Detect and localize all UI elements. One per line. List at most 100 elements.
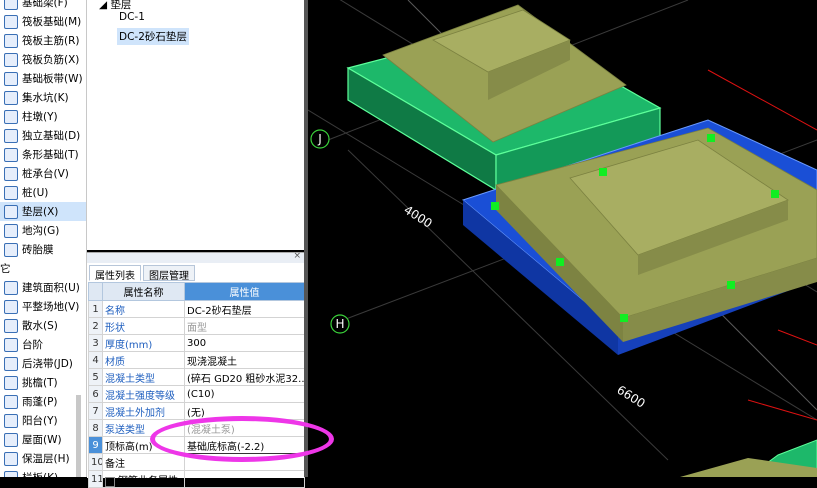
nav-item-label: 保温层(H)	[22, 453, 70, 465]
nav-item-14[interactable]: 它	[0, 259, 86, 278]
beam-icon	[4, 0, 18, 10]
grip-point[interactable]	[599, 168, 607, 176]
grip-point[interactable]	[771, 190, 779, 198]
property-name: 厚度(mm)	[102, 334, 185, 352]
red-axis	[747, 399, 817, 421]
nav-item-19[interactable]: 后浇带(JD)	[0, 354, 86, 373]
nav-item-label: 独立基础(D)	[22, 130, 81, 142]
isolated-footing-icon	[4, 128, 18, 143]
nav-item-16[interactable]: 平整场地(V)	[0, 297, 86, 316]
property-value[interactable]: DC-2砂石垫层	[184, 300, 305, 318]
nav-item-10[interactable]: 桩(U)	[0, 183, 86, 202]
nav-item-label: 砖胎膜	[22, 244, 54, 256]
tab-layers[interactable]: 图层管理	[143, 265, 195, 282]
nav-item-4[interactable]: 基础板带(W)	[0, 69, 86, 88]
expand-icon[interactable]: +	[105, 476, 115, 487]
property-name: 形状	[102, 317, 185, 335]
component-tree: ◢ 垫层 DC-1 DC-2砂石垫层	[87, 0, 308, 250]
nav-item-13[interactable]: 砖胎膜	[0, 240, 86, 259]
nav-item-label: 条形基础(T)	[22, 149, 79, 161]
strip-footing-icon	[4, 147, 18, 162]
row-number: 9	[88, 436, 103, 454]
axis-label-j: J	[317, 132, 322, 146]
nav-item-label: 基础梁(F)	[22, 0, 68, 9]
row-number: 1	[88, 300, 103, 318]
row-number: 10	[88, 453, 103, 471]
property-value[interactable]: 300	[184, 334, 305, 352]
grip-point[interactable]	[727, 281, 735, 289]
property-value[interactable]: 现浇混凝土	[184, 351, 305, 369]
nav-item-23[interactable]: 屋面(W)	[0, 430, 86, 449]
close-icon[interactable]: ×	[293, 251, 301, 261]
nav-item-24[interactable]: 保温层(H)	[0, 449, 86, 468]
nav-item-2[interactable]: 筏板主筋(R)	[0, 31, 86, 50]
nav-item-label: 平整场地(V)	[22, 301, 80, 313]
nav-item-5[interactable]: 集水坑(K)	[0, 88, 86, 107]
nav-item-label: 地沟(G)	[22, 225, 60, 237]
steps-icon	[4, 337, 18, 352]
nav-item-18[interactable]: 台阶	[0, 335, 86, 354]
header-name: 属性名称	[102, 282, 185, 301]
nav-item-label: 桩承台(V)	[22, 168, 69, 180]
row-number: 2	[88, 317, 103, 335]
nav-item-label: 建筑面积(U)	[22, 282, 80, 294]
nav-item-12[interactable]: 地沟(G)	[0, 221, 86, 240]
property-row[interactable]: 3 厚度(mm) 300	[88, 334, 305, 352]
tree-item-dc1[interactable]: DC-1	[117, 10, 147, 24]
nav-item-label: 筏板主筋(R)	[22, 35, 80, 47]
grip-point[interactable]	[707, 134, 715, 142]
property-row[interactable]: 4 材质 现浇混凝土	[88, 351, 305, 369]
tab-properties[interactable]: 属性列表	[89, 265, 141, 282]
nav-item-label: 散水(S)	[22, 320, 58, 332]
nav-item-15[interactable]: 建筑面积(U)	[0, 278, 86, 297]
collapse-icon[interactable]: ◢	[99, 0, 110, 11]
property-row[interactable]: 1 名称 DC-2砂石垫层	[88, 300, 305, 318]
footing-partial[interactable]	[680, 439, 817, 477]
property-value[interactable]	[184, 470, 305, 488]
pier-icon	[4, 109, 18, 124]
property-row[interactable]: 6 混凝土强度等级 (C10)	[88, 385, 305, 403]
nav-item-9[interactable]: 桩承台(V)	[0, 164, 86, 183]
nav-item-label: 集水坑(K)	[22, 92, 69, 104]
nav-item-8[interactable]: 条形基础(T)	[0, 145, 86, 164]
balcony-icon	[4, 413, 18, 428]
3d-viewport[interactable]: J H 4000 6600	[308, 0, 817, 477]
nav-item-20[interactable]: 挑檐(T)	[0, 373, 86, 392]
property-row[interactable]: 2 形状 面型	[88, 317, 305, 335]
panel-tabs: 属性列表 图层管理	[89, 265, 197, 282]
nav-item-label: 屋面(W)	[22, 434, 62, 446]
nav-item-17[interactable]: 散水(S)	[0, 316, 86, 335]
row-number: 7	[88, 402, 103, 420]
property-row[interactable]: 11 + 钢筋业务属性	[88, 470, 305, 488]
nav-item-6[interactable]: 柱墩(Y)	[0, 107, 86, 126]
nav-scrollbar[interactable]	[76, 395, 81, 477]
nav-item-1[interactable]: 筏板基础(M)	[0, 12, 86, 31]
grip-point[interactable]	[620, 314, 628, 322]
nav-item-label: 后浇带(JD)	[22, 358, 73, 370]
nav-item-label: 桩(U)	[22, 187, 49, 199]
nav-item-22[interactable]: 阳台(Y)	[0, 411, 86, 430]
nav-item-label: 它	[0, 263, 11, 275]
nav-item-0[interactable]: 基础梁(F)	[0, 0, 86, 12]
post-pour-icon	[4, 356, 18, 371]
grip-point[interactable]	[491, 202, 499, 210]
tree-item-dc2[interactable]: DC-2砂石垫层	[117, 28, 189, 45]
property-row[interactable]: 5 混凝土类型 (碎石 GD20 粗砂水泥32...	[88, 368, 305, 386]
row-number: 11	[88, 470, 103, 488]
property-value[interactable]: (碎石 GD20 粗砂水泥32...	[184, 368, 305, 386]
nav-item-3[interactable]: 筏板负筋(X)	[0, 50, 86, 69]
property-value[interactable]: 面型	[184, 317, 305, 335]
property-name: 材质	[102, 351, 185, 369]
nav-item-7[interactable]: 独立基础(D)	[0, 126, 86, 145]
insulation-icon	[4, 451, 18, 466]
nav-item-label: 基础板带(W)	[22, 73, 83, 85]
pile-cap-icon	[4, 166, 18, 181]
pile-icon	[4, 185, 18, 200]
nav-item-11[interactable]: 垫层(X)	[0, 202, 86, 221]
nav-item-25[interactable]: 栏板(K)	[0, 468, 86, 477]
grip-point[interactable]	[556, 258, 564, 266]
property-value[interactable]: (C10)	[184, 385, 305, 403]
property-name: 名称	[102, 300, 185, 318]
nav-item-label: 垫层(X)	[22, 206, 59, 218]
nav-item-21[interactable]: 雨蓬(P)	[0, 392, 86, 411]
